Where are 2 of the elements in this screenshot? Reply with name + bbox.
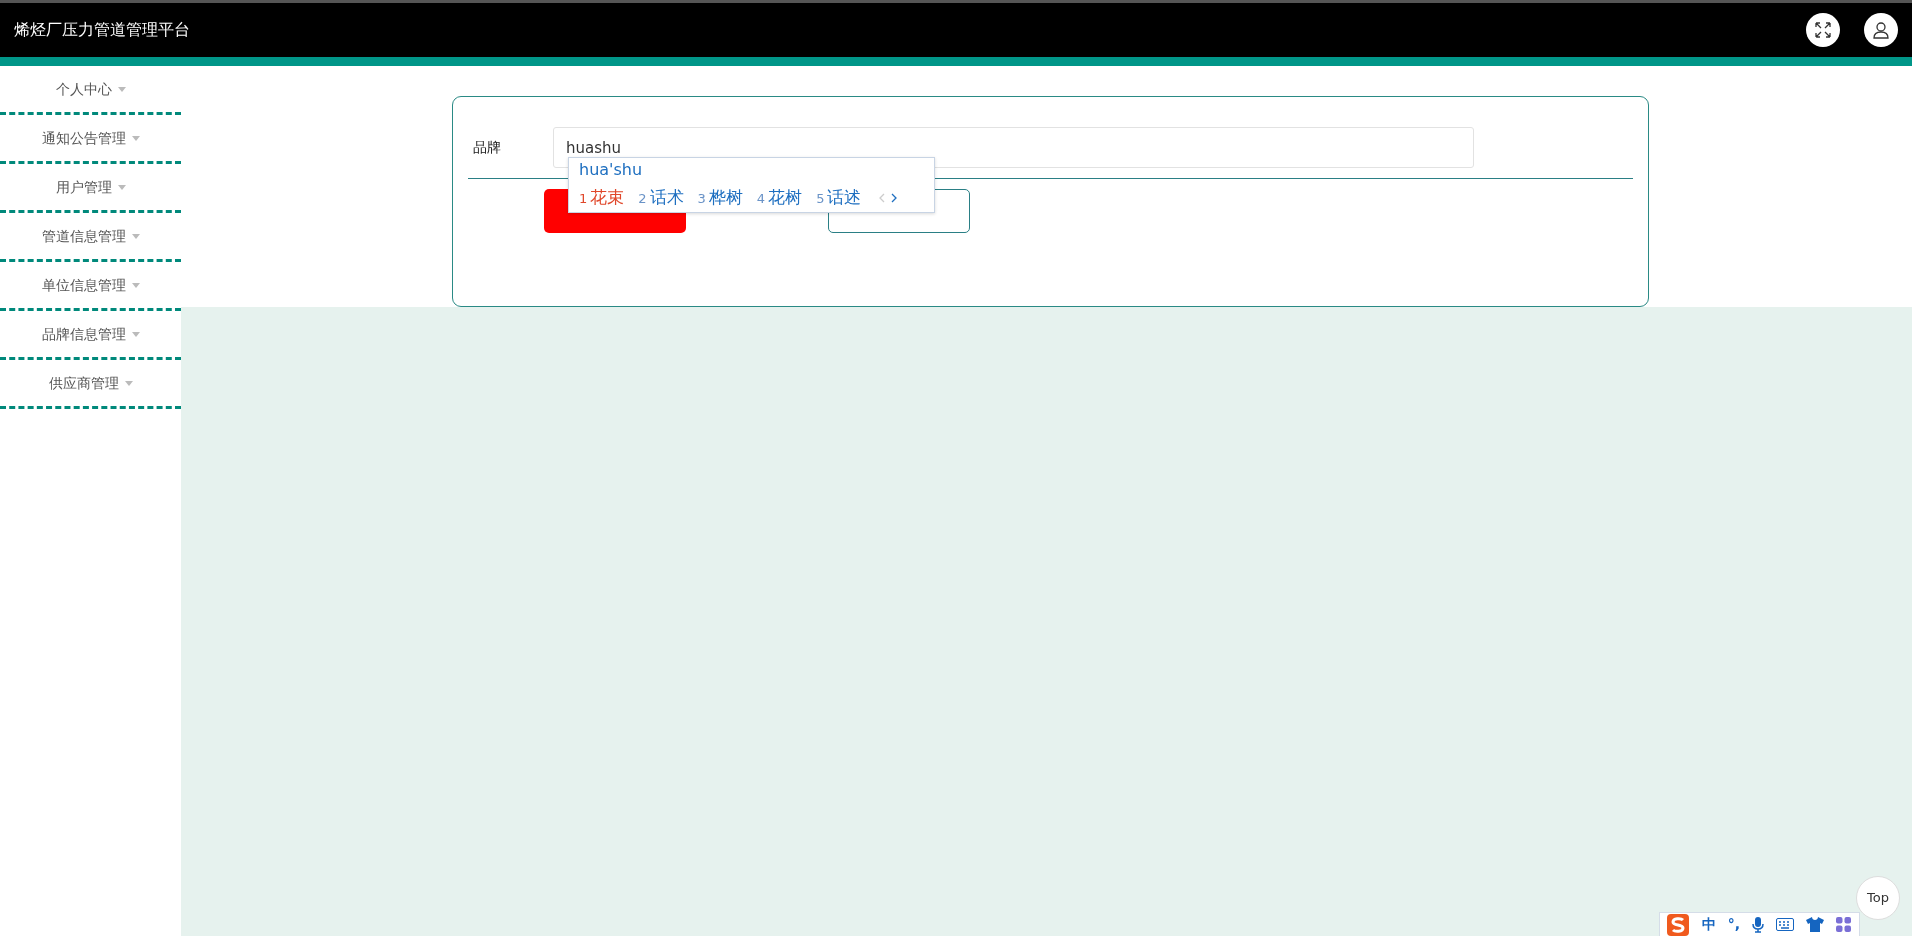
field-label: 品牌	[473, 138, 502, 157]
app-title: 烯烃厂压力管道管理平台	[14, 19, 190, 41]
